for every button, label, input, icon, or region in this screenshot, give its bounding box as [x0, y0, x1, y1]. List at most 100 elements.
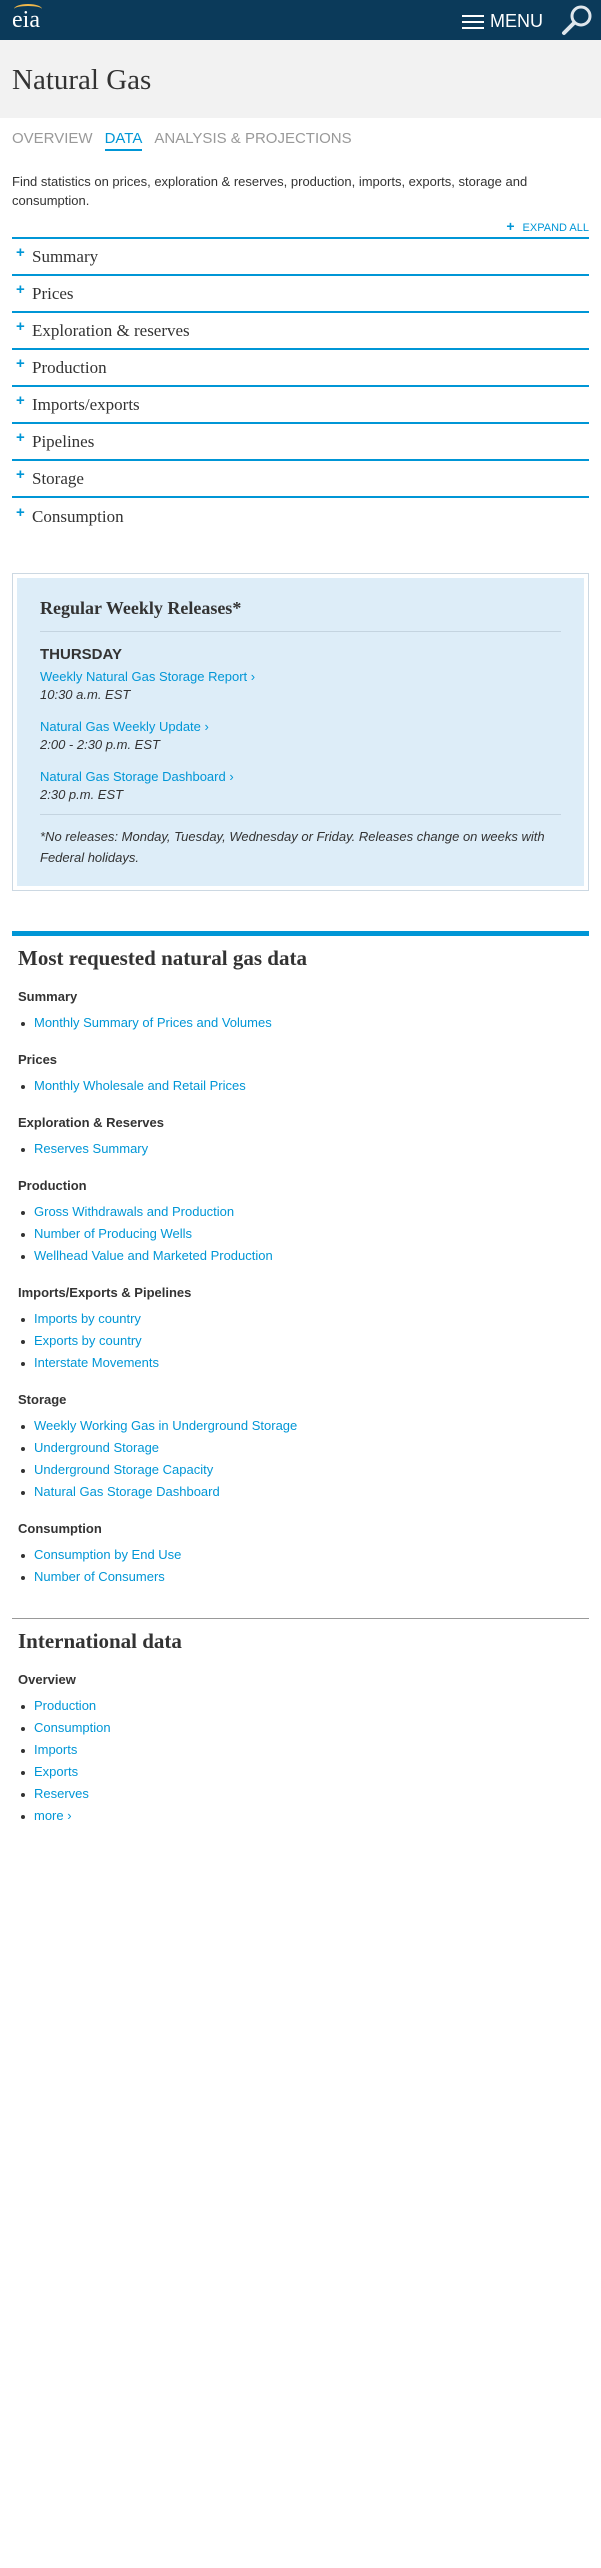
plus-icon: + [16, 281, 25, 298]
list-item: Exports by country [18, 1330, 583, 1352]
tab-data[interactable]: DATA [104, 130, 143, 151]
expand-all-label: EXPAND ALL [522, 222, 589, 234]
link-list: Gross Withdrawals and Production Number … [18, 1201, 583, 1267]
link-list: Monthly Summary of Prices and Volumes [18, 1012, 583, 1034]
tab-overview[interactable]: OVERVIEW [12, 130, 93, 154]
accordion-item-pipelines[interactable]: + Pipelines [12, 424, 589, 461]
weekly-releases-panel: Regular Weekly Releases* THURSDAY Weekly… [17, 578, 584, 886]
list-item: Underground Storage [18, 1437, 583, 1459]
list-item: Reserves [18, 1783, 583, 1805]
accordion-item-prices[interactable]: + Prices [12, 276, 589, 313]
link-storage-capacity[interactable]: Underground Storage Capacity [34, 1462, 213, 1477]
plus-icon: + [16, 244, 25, 261]
international-title: International data [18, 1629, 182, 1653]
plus-icon: + [16, 504, 25, 521]
data-accordion: + Summary + Prices + Exploration & reserves… [12, 237, 589, 535]
link-gross-withdrawals[interactable]: Gross Withdrawals and Production [34, 1204, 234, 1219]
weekly-releases-box: Regular Weekly Releases* THURSDAY Weekly… [12, 573, 589, 891]
international-data-section: International data Overview Production C… [12, 1618, 589, 1827]
list-item: Imports by country [18, 1308, 583, 1330]
accordion-label: Production [32, 357, 107, 377]
link-list: Consumption by End Use Number of Consume… [18, 1544, 583, 1588]
list-item: Number of Producing Wells [18, 1223, 583, 1245]
accordion-label: Exploration & reserves [32, 320, 190, 340]
link-list: Weekly Working Gas in Underground Storag… [18, 1415, 583, 1503]
releases-title: Regular Weekly Releases* [40, 598, 561, 632]
expand-all-button[interactable]: + EXPAND ALL [0, 218, 601, 234]
accordion-label: Prices [32, 283, 74, 303]
group-heading-exploration: Exploration & Reserves [18, 1115, 164, 1130]
group-heading-imports-exports: Imports/Exports & Pipelines [18, 1285, 192, 1300]
link-underground-storage[interactable]: Underground Storage [34, 1440, 159, 1455]
release-time: 2:00 - 2:30 p.m. EST [40, 737, 160, 752]
release-link-storage-dashboard[interactable]: Natural Gas Storage Dashboard › [40, 769, 561, 784]
release-time: 10:30 a.m. EST [40, 687, 131, 702]
link-intl-production[interactable]: Production [34, 1698, 96, 1713]
intro-text: Find statistics on prices, exploration &… [12, 174, 528, 208]
accordion-item-storage[interactable]: + Storage [12, 461, 589, 498]
list-item: Wellhead Value and Marketed Production [18, 1245, 583, 1267]
link-exports-by-country[interactable]: Exports by country [34, 1333, 142, 1348]
plus-icon: + [16, 466, 25, 483]
list-item: Number of Consumers [18, 1566, 583, 1588]
list-item: Reserves Summary [18, 1138, 583, 1160]
link-monthly-summary[interactable]: Monthly Summary of Prices and Volumes [34, 1015, 272, 1030]
link-wholesale-retail-prices[interactable]: Monthly Wholesale and Retail Prices [34, 1078, 246, 1093]
link-intl-more[interactable]: more › [34, 1808, 72, 1823]
title-band: Natural Gas [0, 40, 601, 118]
link-intl-exports[interactable]: Exports [34, 1764, 78, 1779]
group-heading-summary: Summary [18, 989, 78, 1004]
plus-icon: + [16, 392, 25, 409]
link-intl-consumption[interactable]: Consumption [34, 1720, 111, 1735]
accordion-label: Pipelines [32, 431, 95, 451]
link-weekly-working-gas[interactable]: Weekly Working Gas in Underground Storag… [34, 1418, 297, 1433]
menu-button[interactable]: MENU [462, 11, 543, 32]
accordion-label: Imports/exports [32, 394, 140, 414]
page-title: Natural Gas [12, 64, 152, 96]
list-item: Consumption by End Use [18, 1544, 583, 1566]
menu-label: MENU [490, 11, 543, 31]
link-list: Monthly Wholesale and Retail Prices [18, 1075, 583, 1097]
link-list: Production Consumption Imports Exports R… [18, 1695, 583, 1827]
list-item: Consumption [18, 1717, 583, 1739]
release-link-weekly-update[interactable]: Natural Gas Weekly Update › [40, 719, 561, 734]
group-heading-storage: Storage [18, 1392, 67, 1407]
group-heading-prices: Prices [18, 1052, 58, 1067]
search-icon[interactable] [560, 4, 594, 36]
list-item: more › [18, 1805, 583, 1827]
list-item: Production [18, 1695, 583, 1717]
plus-icon: + [506, 218, 515, 234]
list-item: Underground Storage Capacity [18, 1459, 583, 1481]
group-heading-production: Production [18, 1178, 87, 1193]
link-storage-dashboard[interactable]: Natural Gas Storage Dashboard [34, 1484, 220, 1499]
accordion-item-imports-exports[interactable]: + Imports/exports [12, 387, 589, 424]
accordion-item-consumption[interactable]: + Consumption [12, 498, 589, 535]
section-tabs: OVERVIEW DATA ANALYSIS & PROJECTIONS [0, 130, 601, 154]
link-interstate-movements[interactable]: Interstate Movements [34, 1355, 159, 1370]
link-reserves-summary[interactable]: Reserves Summary [34, 1141, 148, 1156]
list-item: Imports [18, 1739, 583, 1761]
link-intl-reserves[interactable]: Reserves [34, 1786, 89, 1801]
eia-logo[interactable]: eia [12, 7, 40, 34]
most-requested-section: Most requested natural gas data Summary … [12, 931, 589, 1588]
group-heading-overview: Overview [18, 1672, 76, 1687]
release-link-storage-report[interactable]: Weekly Natural Gas Storage Report › [40, 669, 561, 684]
plus-icon: + [16, 429, 25, 446]
accordion-item-production[interactable]: + Production [12, 350, 589, 387]
hamburger-icon [462, 14, 484, 30]
link-intl-imports[interactable]: Imports [34, 1742, 77, 1757]
release-day: THURSDAY [40, 646, 122, 663]
top-nav-bar: eia MENU [0, 0, 601, 40]
tab-analysis-projections[interactable]: ANALYSIS & PROJECTIONS [154, 130, 351, 154]
accordion-item-exploration-reserves[interactable]: + Exploration & reserves [12, 313, 589, 350]
list-item: Natural Gas Storage Dashboard [18, 1481, 583, 1503]
list-item: Monthly Summary of Prices and Volumes [18, 1012, 583, 1034]
link-imports-by-country[interactable]: Imports by country [34, 1311, 141, 1326]
accordion-label: Summary [32, 246, 99, 266]
plus-icon: + [16, 318, 25, 335]
link-wellhead-value[interactable]: Wellhead Value and Marketed Production [34, 1248, 273, 1263]
link-consumption-end-use[interactable]: Consumption by End Use [34, 1547, 181, 1562]
accordion-item-summary[interactable]: + Summary [12, 239, 589, 276]
link-producing-wells[interactable]: Number of Producing Wells [34, 1226, 192, 1241]
link-number-consumers[interactable]: Number of Consumers [34, 1569, 165, 1584]
